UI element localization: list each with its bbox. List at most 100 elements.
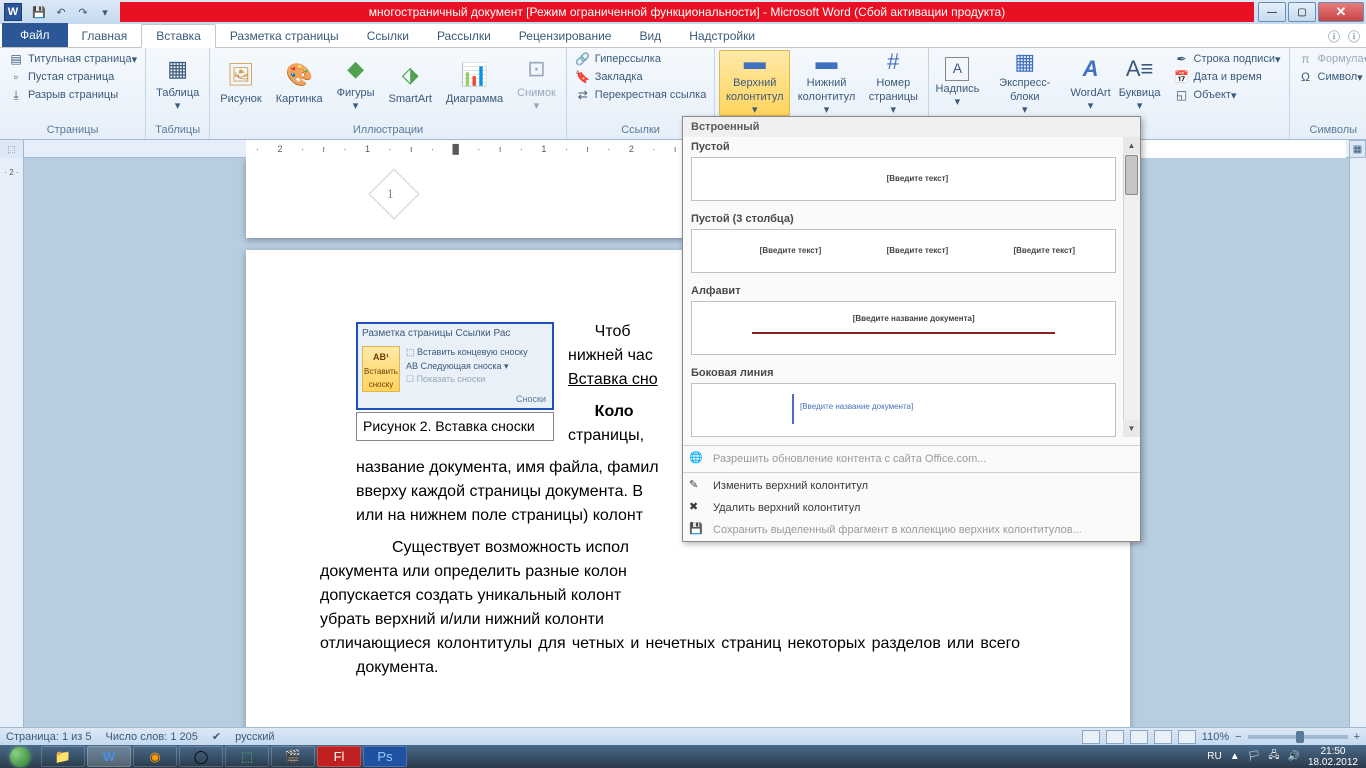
datetime-label: Дата и время [1194, 71, 1262, 83]
separator [683, 472, 1140, 473]
gallery-sideline-label: Боковая линия [683, 363, 1140, 381]
tab-file[interactable]: Файл [2, 23, 68, 47]
clipart-icon: 🎨 [283, 59, 315, 91]
gallery-blank3-label: Пустой (3 столбца) [683, 209, 1140, 227]
menu-edit-header[interactable]: ✎Изменить верхний колонтитул [683, 475, 1140, 497]
gallery-item-sideline[interactable]: [Введите название документа] [691, 383, 1116, 437]
separator [683, 445, 1140, 446]
task-mpc[interactable]: 🎬 [271, 746, 315, 767]
scroll-down-icon[interactable]: ▼ [1123, 420, 1140, 437]
smartart-button[interactable]: ⬗SmartArt [383, 50, 438, 116]
textbox-button[interactable]: AНадпись▾ [933, 50, 983, 116]
minimize-button[interactable]: — [1258, 2, 1286, 22]
zoom-out-icon[interactable]: − [1235, 731, 1241, 743]
task-app5[interactable]: ⬚ [225, 746, 269, 767]
footer-button[interactable]: ▬Нижний колонтитул▾ [792, 50, 861, 116]
status-language[interactable]: русский [235, 731, 274, 743]
hyperlink-button[interactable]: 🔗Гиперссылка [571, 50, 711, 68]
gallery-item-alphabet[interactable]: [Введите название документа] [691, 301, 1116, 355]
textbox-label: Надпись [936, 83, 980, 96]
tray-volume-icon[interactable]: 🔊 [1287, 751, 1299, 762]
screenshot-button[interactable]: ⊡Снимок▾ [511, 50, 562, 116]
view-web-layout[interactable] [1130, 730, 1148, 744]
redo-icon[interactable]: ↷ [74, 3, 92, 21]
tab-references[interactable]: Ссылки [353, 25, 423, 47]
zoom-thumb[interactable] [1296, 731, 1304, 743]
tab-insert[interactable]: Вставка [141, 24, 216, 48]
table-button[interactable]: ▦Таблица▾ [150, 50, 205, 116]
dropcap-button[interactable]: A≡Буквица▾ [1116, 50, 1164, 116]
task-explorer[interactable]: 📁 [41, 746, 85, 767]
task-aimp[interactable]: ◉ [133, 746, 177, 767]
gallery-item-blank3[interactable]: [Введите текст] [Введите текст] [Введите… [691, 229, 1116, 273]
tab-home[interactable]: Главная [68, 25, 142, 47]
dropcap-icon: A≡ [1124, 53, 1156, 85]
task-photoshop[interactable]: Ps [363, 746, 407, 767]
bookmark-button[interactable]: 🔖Закладка [571, 68, 711, 86]
minimize-ribbon-icon[interactable]: ⓘ [1328, 28, 1340, 45]
tray-flag-icon[interactable]: ▲ [1230, 751, 1240, 762]
status-page[interactable]: Страница: 1 из 5 [6, 731, 92, 743]
scroll-up-icon[interactable]: ▲ [1123, 137, 1140, 154]
shapes-button[interactable]: ◆Фигуры▾ [331, 50, 381, 116]
page-number-label: Номер страницы [869, 77, 918, 103]
scroll-thumb[interactable] [1125, 155, 1138, 195]
close-button[interactable]: ✕ [1318, 2, 1364, 22]
datetime-button[interactable]: 📅Дата и время [1170, 68, 1285, 86]
crossref-button[interactable]: ⇄Перекрестная ссылка [571, 86, 711, 104]
chart-button[interactable]: 📊Диаграмма [440, 50, 509, 116]
tab-review[interactable]: Рецензирование [505, 25, 626, 47]
ruler-corner[interactable]: ⬚ [0, 140, 24, 158]
equation-button[interactable]: πФормула ▾ [1294, 50, 1366, 68]
clipart-button[interactable]: 🎨Картинка [270, 50, 329, 116]
page-break-button[interactable]: ⤓Разрыв страницы [4, 86, 141, 104]
view-full-screen[interactable] [1106, 730, 1124, 744]
tray-action-center-icon[interactable]: 🏳 [1248, 751, 1261, 762]
qat-customize-icon[interactable]: ▾ [96, 3, 114, 21]
view-outline[interactable] [1154, 730, 1172, 744]
shapes-icon: ◆ [340, 53, 372, 85]
gallery-scrollbar[interactable]: ▲ ▼ [1123, 137, 1140, 437]
blank-page-button[interactable]: ▫Пустая страница [4, 68, 141, 86]
zoom-in-icon[interactable]: + [1354, 731, 1360, 743]
view-print-layout[interactable] [1082, 730, 1100, 744]
menu-label: Удалить верхний колонтитул [713, 502, 860, 514]
signature-line-button[interactable]: ✒Строка подписи ▾ [1170, 50, 1285, 68]
picture-button[interactable]: 🖼Рисунок [214, 50, 268, 116]
vertical-ruler[interactable]: · 2 · [0, 158, 24, 727]
wordart-button[interactable]: AWordArt▾ [1067, 50, 1113, 116]
tab-addins[interactable]: Надстройки [675, 25, 769, 47]
view-draft[interactable] [1178, 730, 1196, 744]
maximize-button[interactable]: ▢ [1288, 2, 1316, 22]
cover-page-button[interactable]: ▤Титульная страница ▾ [4, 50, 141, 68]
save-icon[interactable]: 💾 [30, 3, 48, 21]
task-word[interactable]: W [87, 746, 131, 767]
tray-lang[interactable]: RU [1207, 751, 1221, 762]
ruler-toggle[interactable]: ▦ [1349, 140, 1366, 158]
tab-view[interactable]: Вид [625, 25, 675, 47]
symbol-button[interactable]: ΩСимвол ▾ [1294, 68, 1366, 86]
help-icon[interactable]: ⓘ [1348, 28, 1360, 45]
task-chrome[interactable]: ◯ [179, 746, 223, 767]
page-number-button[interactable]: #Номер страницы▾ [863, 50, 924, 116]
vertical-scrollbar[interactable] [1349, 158, 1366, 727]
status-words[interactable]: Число слов: 1 205 [106, 731, 198, 743]
undo-icon[interactable]: ↶ [52, 3, 70, 21]
header-button[interactable]: ▬Верхний колонтитул▾ [719, 50, 790, 116]
group-pages-label: Страницы [4, 123, 141, 137]
tray-clock[interactable]: 21:5018.02.2012 [1308, 746, 1358, 768]
menu-remove-header[interactable]: ✖Удалить верхний колонтитул [683, 497, 1140, 519]
tab-mailings[interactable]: Рассылки [423, 25, 505, 47]
object-button[interactable]: ◱Объект ▾ [1170, 86, 1285, 104]
taskbar: 📁 W ◉ ◯ ⬚ 🎬 Fl Ps RU ▲ 🏳 🖧 🔊 21:5018.02.… [0, 745, 1366, 768]
status-proofing-icon[interactable]: ✔ [212, 730, 221, 743]
zoom-slider[interactable] [1248, 735, 1348, 739]
quickparts-button[interactable]: ▦Экспресс-блоки▾ [984, 50, 1065, 116]
task-flash[interactable]: Fl [317, 746, 361, 767]
windows-orb-icon [10, 747, 30, 767]
start-button[interactable] [0, 745, 40, 768]
gallery-item-blank[interactable]: [Введите текст] [691, 157, 1116, 201]
tray-network-icon[interactable]: 🖧 [1268, 748, 1279, 765]
zoom-level[interactable]: 110% [1202, 731, 1229, 743]
tab-page-layout[interactable]: Разметка страницы [216, 25, 353, 47]
